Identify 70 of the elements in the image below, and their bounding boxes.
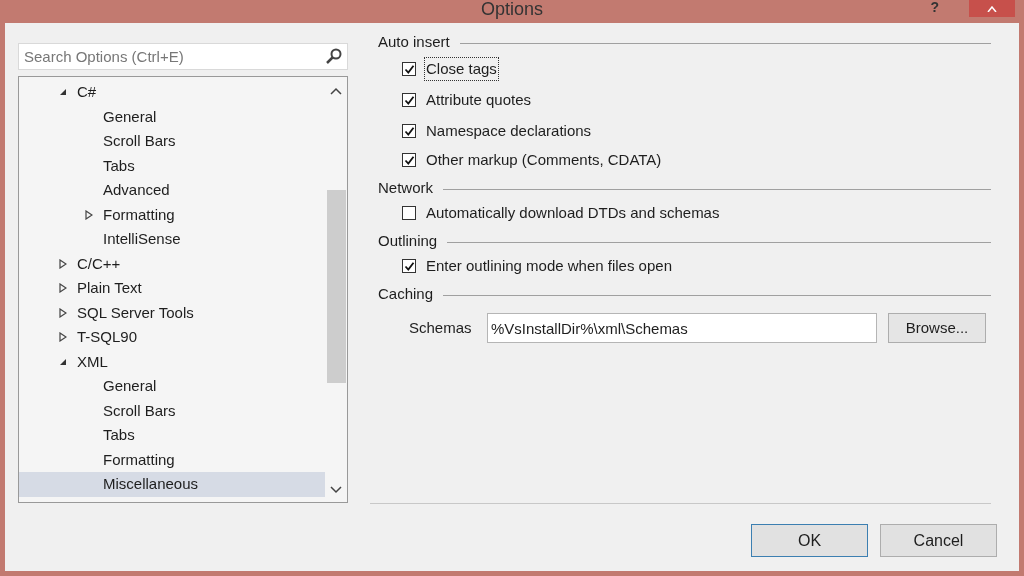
option-label[interactable]: Automatically download DTDs and schemas [424,200,722,226]
tree-item[interactable]: Scroll Bars [19,129,325,154]
group-heading: Network [378,177,433,198]
tree-item[interactable]: Plain Text [19,276,325,301]
tree-item[interactable]: SQL Server Tools [19,300,325,325]
tree-item-label: Tabs [103,425,135,445]
collapsed-triangle-icon[interactable] [59,332,67,343]
tree-item-label: XML [77,351,108,372]
expanded-triangle-icon[interactable] [59,88,67,97]
tree-item[interactable]: Formatting [19,447,325,472]
schemas-field[interactable]: %VsInstallDir%\xml\Schemas [487,313,877,343]
tree-item[interactable]: C# [19,80,325,105]
search-icon [325,47,343,65]
checkbox[interactable] [402,93,416,107]
tree-item[interactable]: Formatting [19,202,325,227]
tree-item[interactable]: General [19,374,325,399]
checkbox[interactable] [402,153,416,167]
collapsed-triangle-icon[interactable] [59,307,67,318]
option-label[interactable]: Attribute quotes [424,87,534,113]
dialog-button[interactable]: OK [751,524,868,557]
tree-item-label: Advanced [103,180,170,200]
tree-item[interactable]: C/C++ [19,251,325,276]
field-label: Schemas [409,317,473,338]
checkbox[interactable] [402,206,416,220]
checkbox[interactable] [402,259,416,273]
scroll-up-icon[interactable] [330,87,342,95]
tree-item-label: Formatting [103,204,175,225]
collapsed-triangle-icon[interactable] [59,258,67,269]
search-field[interactable]: Search Options (Ctrl+E) [18,43,348,70]
option-label[interactable]: Other markup (Comments, CDATA) [424,147,664,173]
collapsed-triangle-icon[interactable] [59,283,67,294]
tree-item-label: General [103,106,157,127]
browse-button[interactable]: Browse... [888,313,986,343]
tree-item[interactable]: T-SQL90 [19,325,325,350]
tree-item-label: IntelliSense [103,229,181,249]
window-title: Options [480,0,543,21]
tree-item-label: T-SQL90 [77,327,138,347]
tree-item-label: Plain Text [77,278,142,298]
group-heading: Caching [378,283,434,304]
tree-item-label: C# [77,82,97,102]
tree-item-label: SQL Server Tools [77,302,194,323]
tree-item[interactable]: XML [19,349,325,374]
option-label[interactable]: Enter outlining mode when files open [424,253,674,279]
tree-item[interactable]: General [19,104,325,129]
tree-item[interactable]: IntelliSense [19,227,325,252]
close-button[interactable] [969,0,1015,17]
tree-item-label: Miscellaneous [103,474,199,494]
tree-item[interactable]: Scroll Bars [19,398,325,423]
tree-item-label: General [103,376,157,396]
checkbox[interactable] [402,62,416,76]
option-label[interactable]: Close tags [424,56,499,82]
scroll-down-icon[interactable] [330,486,342,494]
tree-item-label: C/C++ [77,253,121,274]
scrollbar-thumb[interactable] [326,190,346,383]
tree-item-label: Tabs [103,155,135,176]
help-button[interactable]: ? [930,0,939,14]
collapsed-triangle-icon[interactable] [85,209,93,220]
expanded-triangle-icon[interactable] [59,357,67,366]
group-heading: Outlining [378,230,438,251]
dialog-button[interactable]: Cancel [880,524,997,557]
tree-item-label: Scroll Bars [103,131,176,151]
tree-item[interactable]: Tabs [19,153,325,178]
tree-item[interactable]: Tabs [19,423,325,448]
tree-item-label: Scroll Bars [103,400,176,421]
checkbox[interactable] [402,124,416,138]
group-heading: Auto insert [378,31,450,52]
tree-item[interactable]: Advanced [19,178,325,203]
tree-item[interactable]: Miscellaneous [19,472,325,497]
tree-item-label: Formatting [103,449,175,470]
option-label[interactable]: Namespace declarations [424,118,594,144]
